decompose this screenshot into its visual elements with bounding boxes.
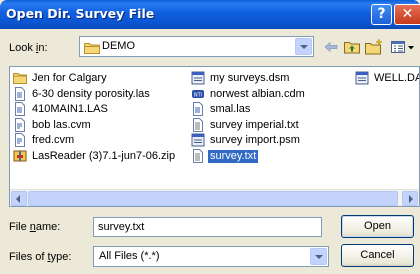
file-list[interactable]: Jen for Calgary 6-30 density porosity.las… [9,66,420,207]
cancel-button[interactable]: Cancel [341,244,414,267]
look-in-dropdown[interactable]: DEMO [79,36,314,57]
file-name-label: File name: [9,221,61,233]
file-name-text: smal.las [210,103,251,115]
folder-icon [13,73,27,84]
file-name-text: WELL.DAT [374,72,419,84]
file-name-text: my surveys.dsm [210,72,290,84]
file-name-text: bob las.cvm [32,118,91,131]
las-file-icon [193,102,203,116]
file-name-text: survey.txt [208,149,259,163]
files-of-type-dropdown-arrow[interactable] [310,248,327,265]
cvm-file-icon [15,117,25,132]
close-button[interactable]: ✕ [394,4,420,25]
view-menu-icon[interactable] [390,38,416,56]
las-file-icon [15,102,25,116]
look-in-value: DEMO [102,40,135,52]
file-name-text: Jen for Calgary [32,72,107,84]
horizontal-scrollbar[interactable] [10,189,419,206]
cvm-file-icon [15,133,25,147]
look-in-label: Look in: [9,42,48,54]
file-name-text: norwest albian.cdm [210,87,305,100]
cdm-file-icon: NTI [192,89,204,98]
file-name-text: 6-30 density porosity.las [32,87,150,100]
files-of-type-value: All Files (*.*) [99,250,160,262]
text-file-icon [193,117,203,132]
dsm-file-icon [191,71,205,85]
look-in-dropdown-arrow[interactable] [295,38,312,55]
up-folder-icon[interactable] [343,38,361,56]
file-name-text: fred.cvm [32,134,75,146]
open-file-dialog: Open Dir. Survey File ? ✕ Look in: DEMO … [0,0,420,274]
scroll-left-arrow-icon[interactable] [11,191,27,206]
title-bar[interactable]: Open Dir. Survey File ? ✕ [0,0,420,29]
svg-text:NTI: NTI [194,92,202,98]
psm-file-icon [191,133,205,147]
dialog-title: Open Dir. Survey File [6,6,155,21]
dat-file-icon [355,71,369,85]
open-button[interactable]: Open [341,215,414,238]
folder-icon [84,43,100,54]
text-file-icon [193,148,203,163]
help-button[interactable]: ? [371,4,392,25]
file-name-text: LasReader (3)7.1-jun7-06.zip [32,149,176,162]
zip-file-icon [13,150,27,161]
back-arrow-icon[interactable] [322,38,340,56]
file-name-text: 410MAIN1.LAS [32,103,108,115]
file-name-input[interactable]: survey.txt [93,217,322,237]
new-folder-icon[interactable] [364,38,384,56]
file-name-text: survey import.psm [210,134,300,146]
file-name-text: survey imperial.txt [210,118,299,131]
files-of-type-dropdown[interactable]: All Files (*.*) [93,246,329,267]
las-file-icon [15,86,25,101]
scrollbar-thumb[interactable] [28,191,398,206]
scroll-right-arrow-icon[interactable] [402,191,418,206]
files-of-type-label: Files of type: [9,251,72,263]
